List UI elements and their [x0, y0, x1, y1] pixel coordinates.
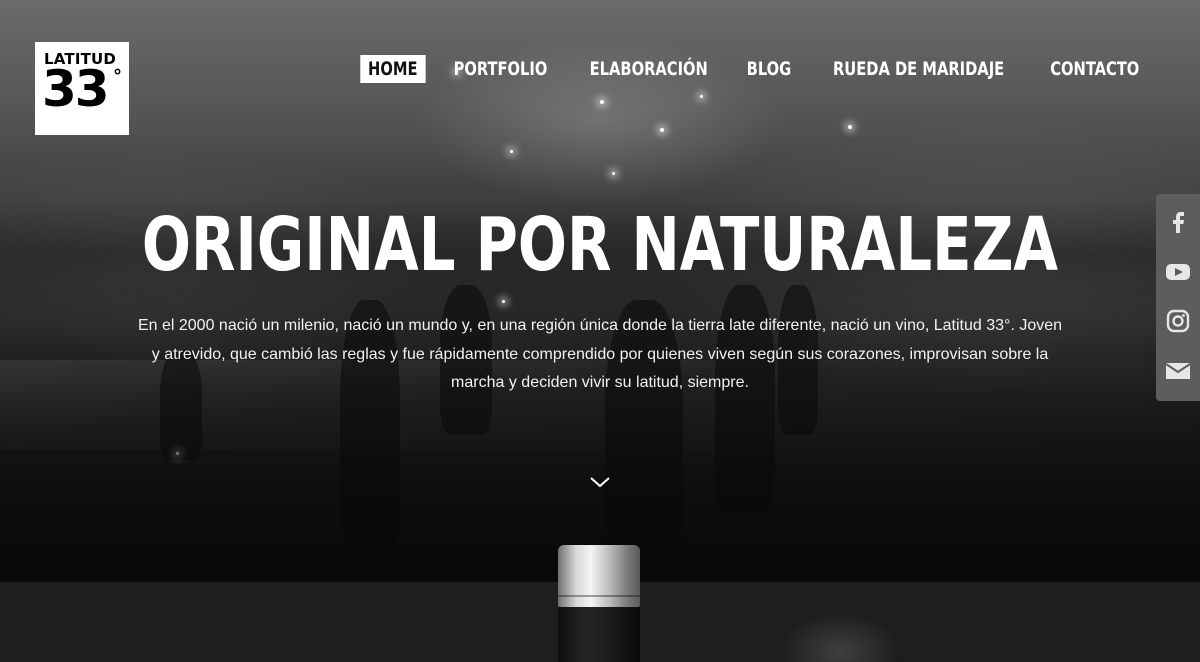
facebook-icon[interactable]	[1156, 196, 1200, 246]
nav-item-contacto[interactable]: CONTACTO	[1043, 55, 1148, 83]
sparkle	[600, 100, 604, 104]
main-nav: HOME PORTFOLIO ELABORACIÓN BLOG RUEDA DE…	[348, 55, 1157, 83]
sparkle	[660, 128, 664, 132]
nav-item-blog[interactable]: BLOG	[738, 55, 798, 83]
bottle-body	[558, 607, 640, 662]
social-sidebar	[1156, 194, 1200, 401]
logo-degree: °	[113, 66, 122, 87]
wine-bottle-image	[558, 545, 640, 662]
sparkle	[510, 150, 513, 153]
hero-intro-line: marcha y deciden vivir su latitud, siemp…	[451, 374, 749, 391]
hero-intro-line: En el 2000 nació un milenio, nació un mu…	[137, 317, 1063, 334]
youtube-icon[interactable]	[1156, 247, 1200, 297]
nav-item-home[interactable]: HOME	[359, 55, 425, 83]
hero-intro: En el 2000 nació un milenio, nació un mu…	[88, 312, 1112, 398]
nav-item-rueda-de-maridaje[interactable]: RUEDA DE MARIDAJE	[826, 55, 1013, 83]
sparkle	[848, 125, 852, 129]
sparkle	[700, 95, 703, 98]
lower-glow	[780, 612, 900, 662]
sparkle	[502, 300, 505, 303]
hero-headline: ORIGINAL POR NATURALEZA	[141, 202, 1059, 288]
bottle-cap-line	[558, 595, 640, 597]
nav-item-elaboracion[interactable]: ELABORACIÓN	[582, 55, 716, 83]
mail-icon[interactable]	[1156, 346, 1200, 396]
chevron-down-icon[interactable]	[589, 474, 611, 490]
hero-intro-line: y atrevido, que cambió las reglas y fue …	[151, 345, 1049, 363]
sparkle	[612, 172, 615, 175]
nav-item-portfolio[interactable]: PORTFOLIO	[446, 55, 555, 83]
brand-logo[interactable]: LATITUD 33 °	[35, 42, 129, 135]
logo-number: 33	[42, 60, 110, 118]
bottle-cap	[558, 545, 640, 607]
hero-section	[0, 0, 1200, 582]
instagram-icon[interactable]	[1156, 296, 1200, 346]
